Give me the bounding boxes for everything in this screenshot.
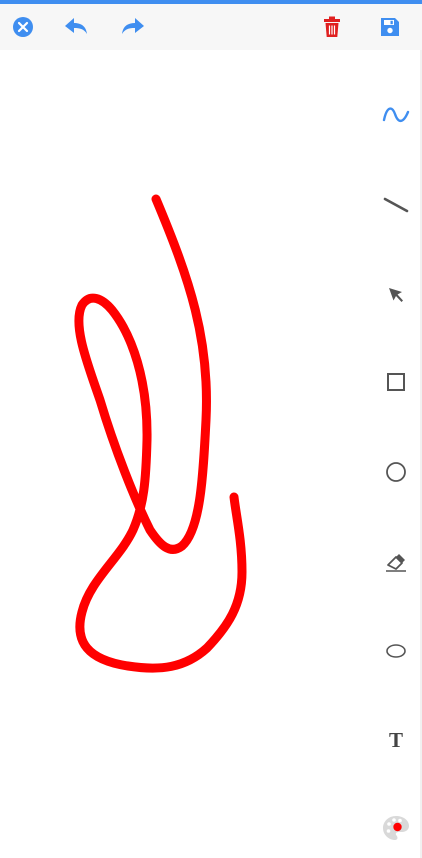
top-toolbar (0, 4, 422, 50)
circle-icon (386, 462, 406, 482)
tool-line[interactable] (378, 187, 414, 223)
trash-icon (324, 16, 340, 37)
save-icon (381, 18, 399, 36)
tool-ellipse[interactable] (378, 633, 414, 669)
tool-rectangle[interactable] (378, 364, 414, 400)
drawing-surface (74, 194, 247, 673)
save-button[interactable] (374, 11, 406, 43)
current-color-indicator (393, 822, 402, 832)
tool-sidebar: T (370, 50, 422, 858)
close-button[interactable] (7, 11, 39, 43)
line-icon (383, 197, 409, 213)
freehand-stroke (74, 194, 247, 673)
tool-eraser[interactable] (378, 544, 414, 580)
text-icon: T (388, 727, 403, 752)
pointer-icon (389, 288, 403, 302)
delete-button[interactable] (316, 11, 348, 43)
ellipse-icon (386, 644, 406, 658)
palette-icon (383, 816, 409, 840)
eraser-icon (386, 554, 406, 572)
undo-button[interactable] (60, 11, 92, 43)
tool-color[interactable] (378, 810, 414, 846)
tool-select[interactable] (378, 277, 414, 313)
tool-circle[interactable] (378, 454, 414, 490)
rectangle-icon (387, 373, 405, 391)
tool-text[interactable]: T (378, 722, 414, 758)
freehand-icon (382, 107, 410, 123)
redo-icon (122, 18, 144, 34)
tool-freehand[interactable] (378, 97, 414, 133)
drawing-canvas[interactable] (0, 50, 364, 858)
close-icon (13, 17, 33, 37)
redo-button[interactable] (117, 11, 149, 43)
undo-icon (65, 18, 87, 34)
